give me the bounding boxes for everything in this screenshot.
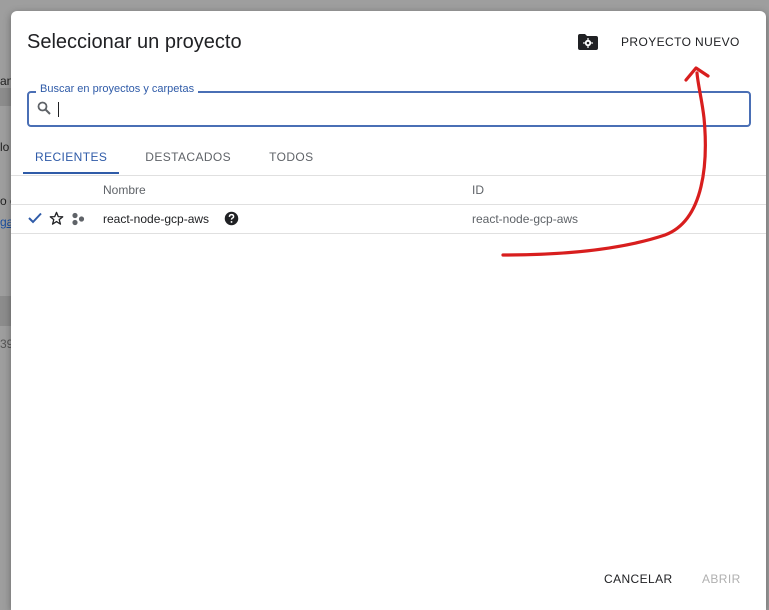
help-icon[interactable] [224,211,239,226]
column-header-id[interactable]: ID [472,183,484,197]
project-icon [72,212,85,226]
folder-gear-icon[interactable] [577,33,599,51]
background-text-fragment: lo [0,140,10,154]
project-id: react-node-gcp-aws [472,212,579,226]
search-field-label: Buscar en proyectos y carpetas [36,83,199,95]
table-row[interactable]: react-node-gcp-aws react-node-gcp-aws [11,205,766,234]
search-input[interactable] [57,97,737,121]
tab-todos[interactable]: TODOS [257,141,325,174]
column-header-name[interactable]: Nombre [103,183,146,197]
open-button[interactable]: ABRIR [692,566,751,592]
project-name[interactable]: react-node-gcp-aws [103,212,209,226]
cancel-button[interactable]: CANCELAR [594,566,683,592]
text-caret [58,102,59,117]
check-icon [28,212,42,224]
select-project-dialog: Seleccionar un proyecto PROYECTO NUEVO B… [11,11,766,610]
dialog-title: Seleccionar un proyecto [27,31,242,53]
new-project-button[interactable]: PROYECTO NUEVO [609,29,752,55]
tab-recientes[interactable]: RECIENTES [23,141,120,174]
search-icon [37,101,51,115]
search-field[interactable] [27,91,751,127]
star-outline-icon[interactable] [49,211,64,226]
table-header-row: Nombre ID [11,176,766,205]
tab-destacados[interactable]: DESTACADOS [133,141,243,174]
tab-bar: RECIENTES DESTACADOS TODOS [11,141,340,174]
